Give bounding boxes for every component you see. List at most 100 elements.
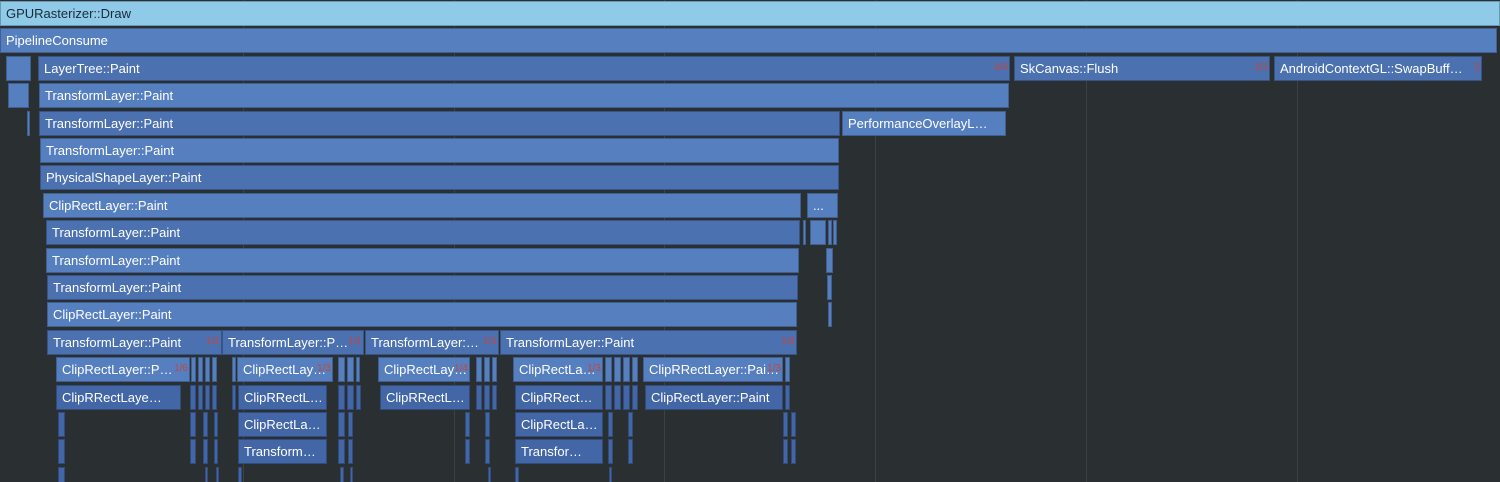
flame-frame-cliprrectl-2[interactable]: ClipRRectL… xyxy=(380,385,470,410)
flame-frame-performanceoverlay[interactable]: PerformanceOverlayL… xyxy=(842,111,1006,136)
flame-frame-l15-b3[interactable] xyxy=(348,412,353,437)
flame-frame-cliprectlayer-paint-3[interactable]: ClipRectLayer::Paint xyxy=(645,385,783,410)
flame-frame-l13-d2[interactable] xyxy=(605,357,612,382)
flame-frame-transformlayer-paint-6[interactable]: TransformLayer::Paint xyxy=(47,275,798,300)
flame-frame-l16-e1[interactable] xyxy=(783,439,788,464)
flame-frame-l15-c2[interactable] xyxy=(485,412,490,437)
flame-frame-transformlayer-paint-7[interactable]: TransformLayer::Paint xyxy=(47,330,222,355)
flame-frame-transformlayer-paint-5[interactable]: TransformLayer::Paint xyxy=(46,248,799,273)
flame-frame-l17-d2[interactable] xyxy=(609,467,612,482)
flame-frame-l16-a1[interactable] xyxy=(58,439,65,464)
flame-frame-cliprectlayer-paint-2[interactable]: ClipRectLayer::Paint xyxy=(47,302,797,327)
flame-frame-l14-b3[interactable] xyxy=(347,385,354,410)
flame-frame-l14-d5[interactable] xyxy=(632,385,638,410)
flame-frame-l13-b4[interactable] xyxy=(356,357,360,382)
flame-frame-l13-a3[interactable] xyxy=(198,357,203,382)
flame-frame-l15-b2[interactable] xyxy=(338,412,345,437)
flame-frame-physicalshapelayer-paint[interactable]: PhysicalShapeLayer::Paint xyxy=(40,165,839,190)
flame-frame-cliprectla-3[interactable]: ClipRectLa… xyxy=(515,412,603,437)
flame-frame-l14-d3[interactable] xyxy=(614,385,621,410)
flame-frame-pipelineconsume[interactable]: PipelineConsume xyxy=(0,28,1497,53)
flame-frame-layertree-paint[interactable]: LayerTree::Paint xyxy=(38,56,1010,81)
flame-frame-l14-d2[interactable] xyxy=(605,385,612,410)
flame-frame-l15-c1[interactable] xyxy=(465,412,470,437)
flame-frame-l8-c[interactable] xyxy=(810,220,826,245)
flame-frame-l15-d3[interactable] xyxy=(628,412,633,437)
flame-frame-l16-c1[interactable] xyxy=(465,439,470,464)
flame-frame-l16-a2[interactable] xyxy=(190,439,196,464)
flame-frame-l4-a[interactable] xyxy=(27,111,30,136)
flame-frame-l9-b[interactable] xyxy=(826,248,833,273)
flame-frame-l17-b3[interactable] xyxy=(350,467,353,482)
flame-frame-l13-a4[interactable] xyxy=(205,357,210,382)
flame-frame-l16-c2[interactable] xyxy=(485,439,490,464)
flame-frame-transformlayer-paint-4[interactable]: TransformLayer::Paint xyxy=(46,220,800,245)
flame-frame-l14-c3[interactable] xyxy=(484,385,490,410)
flame-frame-transfor-ellipsis[interactable]: Transfor… xyxy=(515,439,603,464)
flame-frame-cliprectlayer-paint-1[interactable]: ClipRectLayer::Paint xyxy=(43,193,801,218)
flame-frame-l8-b[interactable] xyxy=(803,220,806,245)
flame-frame-cliprrect-1[interactable]: ClipRRect… xyxy=(515,385,603,410)
flame-frame-l8-d[interactable] xyxy=(828,220,832,245)
flame-frame-l15-a2[interactable] xyxy=(190,412,196,437)
flame-frame-transform-ellipsis-1[interactable]: Transform… xyxy=(238,439,327,464)
flame-frame-l15-a1[interactable] xyxy=(58,412,65,437)
flame-frame-l13-c2[interactable] xyxy=(476,357,482,382)
flame-frame-l17-c1[interactable] xyxy=(488,467,491,482)
flame-frame-l16-d3[interactable] xyxy=(628,439,633,464)
flame-frame-l17-a2[interactable] xyxy=(205,467,208,482)
flame-frame-transformlayer-paint-3[interactable]: TransformLayer::Paint xyxy=(40,138,839,163)
flame-frame-l16-e2[interactable] xyxy=(791,439,796,464)
flame-frame-transformlayer-paint-2[interactable]: TransformLayer::Paint xyxy=(39,111,840,136)
flame-frame-cliprrectl-1[interactable]: ClipRRectL… xyxy=(238,385,327,410)
flame-frame-gpurasterizer-draw[interactable]: GPURasterizer::Draw xyxy=(0,1,1500,26)
flame-frame-l13-d4[interactable] xyxy=(623,357,630,382)
flame-frame-l14-a2[interactable] xyxy=(190,385,196,410)
flame-frame-l17-a3[interactable] xyxy=(216,467,219,482)
flame-frame-l17-d1[interactable] xyxy=(515,467,519,482)
flame-frame-l14-a5[interactable] xyxy=(212,385,217,410)
flame-frame-l13-e2[interactable] xyxy=(785,357,790,382)
flame-frame-l16-b3[interactable] xyxy=(348,439,353,464)
flame-frame-l8-e[interactable] xyxy=(833,220,837,245)
flame-frame-l14-c2[interactable] xyxy=(476,385,482,410)
flame-frame-l15-e2[interactable] xyxy=(791,412,796,437)
flame-frame-transformlayer-paint-1[interactable]: TransformLayer::Paint xyxy=(39,83,1009,108)
flame-frame-l14-d4[interactable] xyxy=(623,385,630,410)
flame-frame-l3-a[interactable] xyxy=(8,83,29,108)
flame-frame-l7-dots[interactable]: ... xyxy=(807,193,838,218)
flame-frame-l13-c4[interactable] xyxy=(492,357,497,382)
flame-frame-l15-d2[interactable] xyxy=(608,412,613,437)
flame-frame-l14-c4[interactable] xyxy=(492,385,497,410)
flame-frame-l17-b2[interactable] xyxy=(340,467,344,482)
flame-frame-l14-b2[interactable] xyxy=(338,385,345,410)
flame-frame-l16-b2[interactable] xyxy=(338,439,345,464)
flame-frame-l16-d2[interactable] xyxy=(608,439,613,464)
flame-frame-l14-e2[interactable] xyxy=(785,385,790,410)
flame-frame-l13-b3[interactable] xyxy=(347,357,354,382)
flame-frame-l17-a1[interactable] xyxy=(58,467,65,482)
flame-frame-cliprrectlaye[interactable]: ClipRRectLaye… xyxy=(56,385,181,410)
flame-frame-cliprectla-2[interactable]: ClipRectLa… xyxy=(238,412,327,437)
flame-frame-l13-b0[interactable] xyxy=(232,357,236,382)
flame-frame-androidcontextgl-swapbuff[interactable]: AndroidContextGL::SwapBuff… xyxy=(1274,56,1482,81)
flame-frame-l14-b0[interactable] xyxy=(232,385,236,410)
flame-frame-l16-a3[interactable] xyxy=(203,439,208,464)
flame-frame-l13-a2[interactable] xyxy=(191,357,196,382)
flame-frame-l2-a[interactable] xyxy=(6,56,31,81)
flame-frame-l13-c3[interactable] xyxy=(484,357,490,382)
flame-frame-transformlayer-paint-8[interactable]: TransformLayer::Paint xyxy=(500,330,797,355)
flame-frame-l13-d5[interactable] xyxy=(632,357,638,382)
flame-frame-l11-b[interactable] xyxy=(828,302,832,327)
flame-frame-l14-a4[interactable] xyxy=(205,385,210,410)
flame-frame-l14-a3[interactable] xyxy=(198,385,203,410)
flame-frame-l15-e1[interactable] xyxy=(783,412,788,437)
flame-frame-skcanvas-flush[interactable]: SkCanvas::Flush xyxy=(1014,56,1270,81)
flame-frame-l14-b4[interactable] xyxy=(356,385,361,410)
flame-frame-l17-b1[interactable] xyxy=(238,467,242,482)
flame-frame-l13-a5[interactable] xyxy=(212,357,217,382)
flame-frame-l13-b2[interactable] xyxy=(338,357,345,382)
flame-frame-l13-d3[interactable] xyxy=(614,357,621,382)
flame-frame-l15-a3[interactable] xyxy=(203,412,208,437)
flame-frame-l16-a4[interactable] xyxy=(214,439,218,464)
